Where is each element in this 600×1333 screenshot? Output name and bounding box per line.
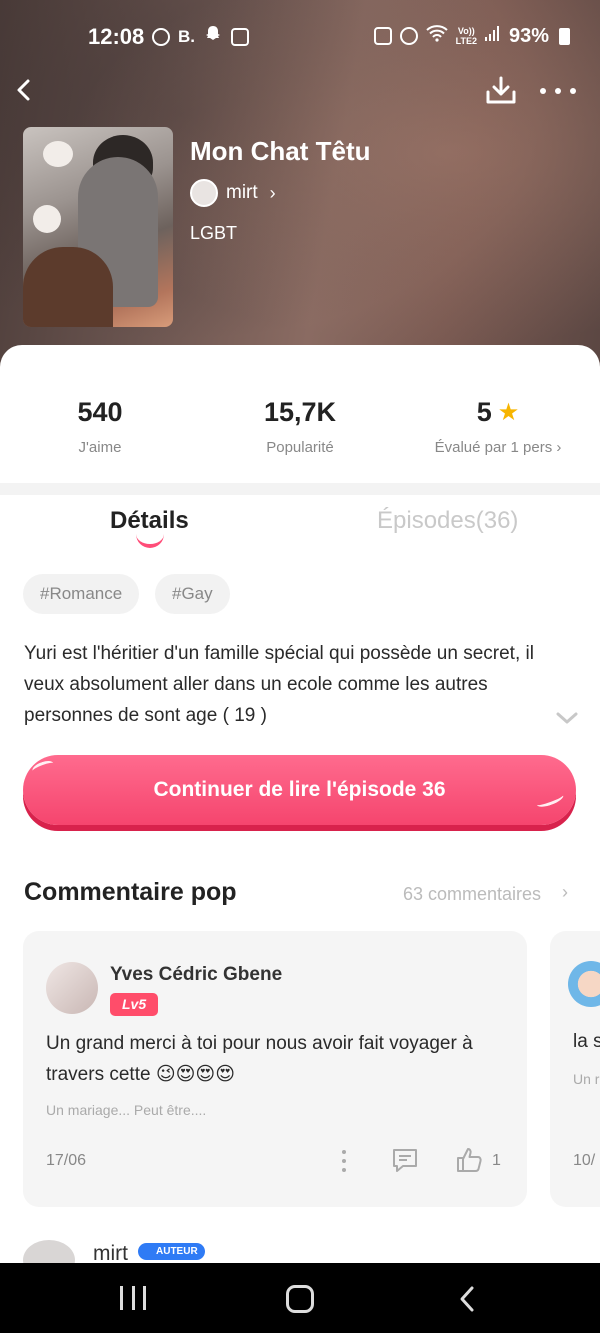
data-saver-icon bbox=[152, 27, 170, 46]
comic-title: Mon Chat Têtu bbox=[190, 136, 371, 166]
download-icon bbox=[486, 76, 516, 104]
like-count: 1 bbox=[492, 1152, 501, 1169]
stat-rating[interactable]: 5 ★ Évalué par 1 pers › bbox=[398, 395, 598, 457]
lte-bottom: LTE2 bbox=[455, 36, 477, 46]
cover-bubble bbox=[43, 141, 73, 167]
stat-value: 15,7K bbox=[263, 396, 337, 427]
stat-label: Popularité bbox=[266, 439, 334, 456]
comment-card[interactable]: Yves Cédric Gbene Lv5 Un grand merci à t… bbox=[23, 931, 527, 1207]
tag-chip[interactable]: #Romance bbox=[23, 574, 140, 614]
genre-label: LGBT bbox=[190, 223, 238, 243]
dot-icon bbox=[342, 1150, 346, 1154]
author-avatar bbox=[190, 179, 218, 207]
recent-apps-icon bbox=[120, 1286, 123, 1310]
chevron-right-icon: › bbox=[269, 182, 276, 203]
lock-icon bbox=[373, 27, 392, 45]
recent-apps-icon bbox=[143, 1286, 146, 1310]
status-right-icons: Vo)) LTE2 93% bbox=[373, 24, 570, 48]
lte-top: Vo)) bbox=[457, 26, 475, 36]
cover-figure bbox=[23, 247, 113, 327]
more-options-button[interactable] bbox=[540, 78, 576, 104]
chevron-right-icon: › bbox=[556, 439, 562, 456]
alarm-icon bbox=[399, 27, 418, 45]
section-divider bbox=[0, 483, 600, 495]
dot-icon bbox=[342, 1159, 346, 1163]
commenter-name: Yves Cédric Gbene bbox=[110, 964, 283, 985]
comment-date: 10/ bbox=[573, 1152, 596, 1169]
level-badge: Lv5 bbox=[110, 993, 159, 1016]
stat-label-wrap: Évalué par 1 pers › bbox=[398, 439, 598, 456]
chevron-left-icon bbox=[17, 79, 30, 101]
home-button[interactable] bbox=[286, 1285, 314, 1313]
back-button[interactable] bbox=[8, 72, 44, 108]
star-icon: ★ bbox=[497, 398, 520, 426]
gallery-icon bbox=[231, 27, 249, 46]
expand-button[interactable] bbox=[554, 708, 580, 728]
chevron-right-icon[interactable]: › bbox=[562, 882, 568, 903]
reply-button[interactable] bbox=[391, 1147, 419, 1173]
avatar[interactable] bbox=[23, 1240, 75, 1264]
chevron-left-icon bbox=[460, 1286, 474, 1312]
tab-details[interactable]: Détails bbox=[110, 507, 189, 535]
comment-reply-preview: Un mariage... Peut être.... bbox=[46, 1102, 207, 1118]
wifi-icon bbox=[425, 24, 448, 48]
signal-icon bbox=[484, 24, 501, 48]
author-link[interactable]: mirt › bbox=[190, 179, 276, 207]
author-badge: AUTEUR bbox=[138, 1243, 205, 1260]
stat-value: 540 bbox=[77, 396, 123, 427]
thumbs-up-icon bbox=[457, 1148, 482, 1172]
tab-episodes[interactable]: Épisodes(36) bbox=[377, 507, 518, 535]
stat-popularity: 15,7K Popularité bbox=[200, 395, 400, 457]
dot-icon bbox=[555, 88, 561, 94]
comments-count-link[interactable]: 63 commentaires bbox=[403, 884, 541, 905]
recent-apps-button[interactable] bbox=[120, 1286, 146, 1310]
battery-percent: 93% bbox=[508, 24, 549, 47]
commenter-name: mirt bbox=[93, 1242, 128, 1264]
synopsis-text: Yuri est l'héritier d'un famille spécial… bbox=[24, 643, 534, 726]
cover-bubble bbox=[33, 205, 61, 233]
chevron-down-icon bbox=[556, 712, 578, 724]
b-icon: B. bbox=[178, 26, 195, 46]
comment-text: Un grand merci à toi pour nous avoir fai… bbox=[46, 1033, 473, 1085]
comment-reply-preview: Un r bbox=[573, 1071, 600, 1087]
lte-indicator: Vo)) LTE2 bbox=[456, 26, 477, 46]
battery-icon bbox=[559, 27, 570, 45]
snapchat-icon bbox=[203, 25, 223, 48]
cover-image bbox=[23, 127, 173, 327]
comment-card[interactable]: la s Un r 10/ bbox=[550, 931, 600, 1207]
comment-icon bbox=[393, 1149, 417, 1172]
next-comment-row: mirt AUTEUR bbox=[0, 1232, 600, 1264]
status-bar: 12:08 B. Vo)) LTE2 93% bbox=[0, 0, 600, 72]
comment-date: 17/06 bbox=[46, 1152, 87, 1169]
stat-label: Évalué par 1 pers bbox=[434, 439, 553, 456]
stat-value: 5 bbox=[476, 396, 492, 427]
system-nav-bar bbox=[0, 1263, 600, 1333]
status-left-icons: B. bbox=[152, 25, 249, 48]
stat-label: J'aime bbox=[78, 439, 122, 456]
tag-chip[interactable]: #Gay bbox=[155, 574, 230, 614]
dot-icon bbox=[540, 88, 546, 94]
avatar[interactable] bbox=[46, 962, 98, 1014]
stat-likes: 540 J'aime bbox=[0, 395, 200, 457]
cta-label: Continuer de lire l'épisode 36 bbox=[153, 778, 446, 801]
download-button[interactable] bbox=[482, 72, 520, 110]
dot-icon bbox=[342, 1168, 346, 1172]
comment-more-button[interactable] bbox=[340, 1150, 348, 1172]
continue-reading-button[interactable]: Continuer de lire l'épisode 36 bbox=[23, 755, 576, 825]
comments-section-title: Commentaire pop bbox=[24, 878, 237, 906]
author-name: mirt bbox=[226, 182, 258, 203]
system-back-button[interactable] bbox=[455, 1285, 479, 1313]
comment-text: la s bbox=[573, 1031, 600, 1052]
like-button[interactable] bbox=[455, 1146, 483, 1174]
avatar[interactable] bbox=[568, 961, 600, 1007]
status-time: 12:08 bbox=[88, 24, 145, 49]
stats-row: 540 J'aime 15,7K Popularité 5 ★ Évalué p… bbox=[0, 395, 600, 465]
stat-value-wrap: 5 ★ bbox=[398, 395, 598, 429]
recent-apps-icon bbox=[131, 1286, 135, 1310]
dot-icon bbox=[570, 88, 576, 94]
